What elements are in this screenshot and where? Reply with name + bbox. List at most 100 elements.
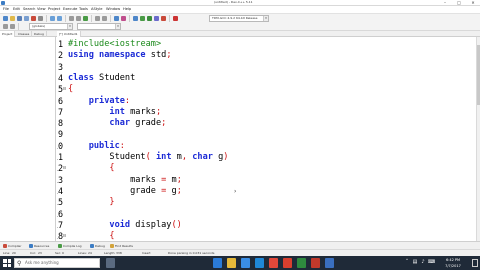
close-icon[interactable]: ✕	[466, 0, 480, 5]
menu-tools[interactable]: Tools	[79, 6, 88, 13]
code-line[interactable]: 4 class Student	[57, 73, 476, 84]
tab-debug-label: Debug	[95, 244, 105, 248]
code-line[interactable]: 12⊟ {	[57, 163, 476, 174]
unindent-icon[interactable]	[102, 16, 107, 21]
code-line[interactable]: 5 ⊟{	[57, 84, 476, 95]
code-line[interactable]: 7 int marks;	[57, 107, 476, 118]
chrome-icon[interactable]	[269, 258, 278, 268]
code-token: )	[223, 152, 229, 162]
file-explorer-icon[interactable]	[227, 258, 236, 268]
line-number: 16	[57, 208, 63, 219]
code-line[interactable]: 1 #include<iostream>	[57, 39, 476, 50]
indent-icon[interactable]	[95, 16, 100, 21]
code-text: public:	[68, 141, 125, 152]
find-results-icon	[110, 244, 114, 248]
resources-icon	[29, 244, 33, 248]
taskbar-clock[interactable]: 6:42 PM 7/7/2017	[438, 257, 468, 269]
code-line[interactable]: 18⊟ {	[57, 231, 476, 241]
menu-bar: File Edit Search View Project Execute To…	[0, 6, 480, 13]
code-line[interactable]: 9	[57, 129, 476, 140]
keyboard-icon[interactable]: ⌨	[428, 259, 435, 266]
globals-select[interactable]: (globals) ▾	[29, 23, 73, 30]
save-icon[interactable]	[17, 16, 22, 21]
devcpp-taskbar-icon[interactable]	[325, 258, 334, 268]
compile-log-icon	[58, 244, 62, 248]
code-line[interactable]: 10 public:	[57, 141, 476, 152]
debug-icon[interactable]	[161, 16, 166, 21]
class-browser-icon[interactable]	[114, 16, 119, 21]
store-icon[interactable]	[241, 258, 250, 268]
devcpp-window: (untitled) - Dev-C++ 5.11 – □ ✕ File Edi…	[0, 0, 480, 270]
save-all-icon[interactable]	[24, 16, 29, 21]
code-line[interactable]: 14 grade = g;	[57, 186, 476, 197]
code-line[interactable]: 13 marks = m;	[57, 175, 476, 186]
insert-icon[interactable]	[3, 24, 8, 29]
code-line[interactable]: 2 using namespace std;	[57, 50, 476, 61]
compile-icon[interactable]	[133, 16, 138, 21]
code-token: #include	[68, 39, 110, 49]
find-icon[interactable]	[69, 16, 74, 21]
code-text: {	[68, 231, 114, 241]
members-select[interactable]: ▾	[77, 23, 121, 30]
edge-browser-icon[interactable]	[213, 258, 222, 268]
menu-help[interactable]: Help	[123, 6, 131, 13]
menu-execute[interactable]: Execute	[63, 6, 77, 13]
stop-icon[interactable]	[173, 16, 178, 21]
run-icon[interactable]	[140, 16, 145, 21]
toolbar-separator	[46, 15, 47, 22]
menu-edit[interactable]: Edit	[13, 6, 20, 13]
menu-view[interactable]: View	[37, 6, 46, 13]
toggle-bookmark-icon[interactable]	[10, 24, 15, 29]
code-line[interactable]: 17 void display()	[57, 220, 476, 231]
code-token: ;	[166, 50, 172, 61]
status-bar: Line: 20 Col: 23 Sel: 0 Lines: 24 Length…	[0, 249, 480, 256]
code-text: void display()	[68, 220, 181, 231]
editor-scrollbar[interactable]	[476, 37, 480, 241]
compiler-select[interactable]: TDM-GCC 4.9.2 64-bit Release ▾	[209, 15, 269, 22]
compile-run-icon[interactable]	[147, 16, 152, 21]
code-text: int marks;	[68, 107, 161, 118]
line-number: 9	[57, 129, 63, 140]
toolbar-separator	[129, 15, 130, 22]
taskbar-search[interactable]: ⚲ Ask me anything	[14, 258, 100, 268]
code-line[interactable]: 6 private:	[57, 96, 476, 107]
minimize-icon[interactable]: –	[438, 0, 452, 5]
redo-icon[interactable]	[57, 16, 62, 21]
chevron-up-icon[interactable]: ˄	[404, 259, 410, 266]
rebuild-icon[interactable]	[154, 16, 159, 21]
line-number: 1	[57, 39, 63, 49]
media-player-icon[interactable]	[283, 258, 292, 268]
undo-icon[interactable]	[50, 16, 55, 21]
new-file-icon[interactable]	[3, 16, 8, 21]
notification-icon[interactable]	[472, 259, 478, 267]
task-view-icon[interactable]	[106, 258, 115, 268]
code-editor[interactable]: 1 #include<iostream> 2 using namespace std;…	[57, 37, 476, 241]
menu-astyle[interactable]: AStyle	[91, 6, 103, 13]
powerpoint-icon[interactable]	[311, 258, 320, 268]
volume-icon[interactable]: ♪	[420, 259, 426, 266]
menu-window[interactable]: Window	[106, 6, 120, 13]
open-folder-icon[interactable]	[10, 16, 15, 21]
replace-icon[interactable]	[76, 16, 81, 21]
network-icon[interactable]: ▤	[412, 259, 418, 266]
close-file-icon[interactable]	[31, 16, 36, 21]
windows-start-icon[interactable]	[3, 259, 11, 267]
code-line[interactable]: 3	[57, 62, 476, 73]
profile-icon[interactable]	[121, 16, 126, 21]
maximize-icon[interactable]: □	[452, 0, 466, 5]
code-token: char	[68, 118, 131, 129]
code-line[interactable]: 11 Student( int m, char g)	[57, 152, 476, 163]
menu-file[interactable]: File	[3, 6, 9, 13]
code-token: public	[68, 140, 120, 151]
project-panel	[0, 37, 56, 241]
code-line[interactable]: 15 }	[57, 197, 476, 208]
goto-icon[interactable]	[83, 16, 88, 21]
mail-icon[interactable]	[255, 258, 264, 268]
menu-search[interactable]: Search	[23, 6, 35, 13]
excel-icon[interactable]	[297, 258, 306, 268]
code-line[interactable]: 8 char grade;	[57, 118, 476, 129]
code-token: :	[124, 95, 131, 106]
print-icon[interactable]	[38, 16, 43, 21]
menu-project[interactable]: Project	[48, 6, 60, 13]
code-line[interactable]: 16	[57, 209, 476, 220]
